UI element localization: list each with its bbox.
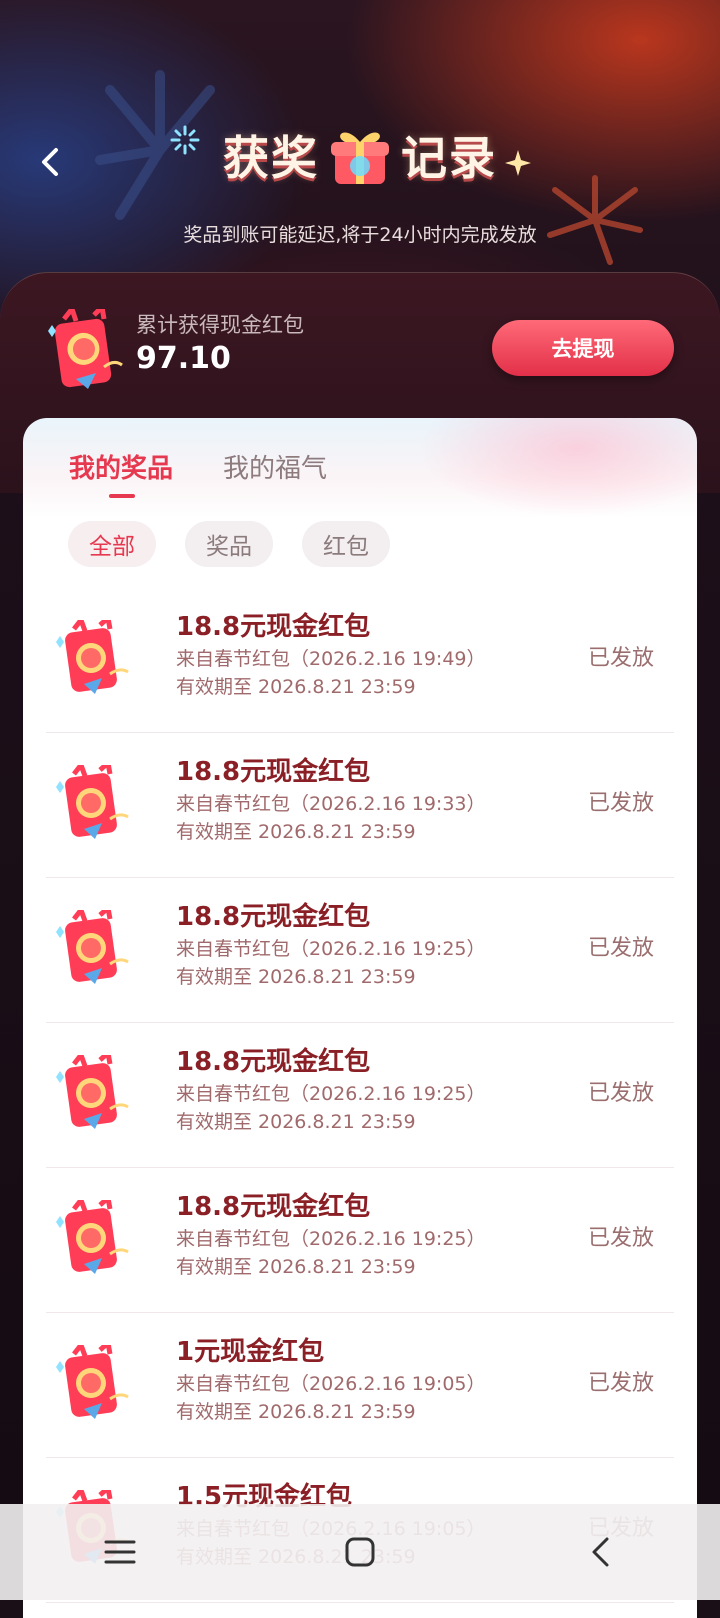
record-expiry: 有效期至 2026.8.21 23:59: [176, 1401, 416, 1423]
record-source: 来自春节红包（2026.2.16 19:25）: [176, 1228, 486, 1250]
nav-back-icon: [592, 1537, 609, 1567]
system-nav-bar: [0, 1504, 720, 1600]
record-expiry: 有效期至 2026.8.21 23:59: [176, 821, 416, 843]
filter-red-envelopes[interactable]: 红包: [302, 521, 390, 567]
tab-my-blessings[interactable]: 我的福气: [223, 448, 327, 485]
filter-all[interactable]: 全部: [68, 521, 156, 567]
record-expiry: 有效期至 2026.8.21 23:59: [176, 1111, 416, 1133]
record-source: 来自春节红包（2026.2.16 19:25）: [176, 938, 486, 960]
record-expiry: 有效期至 2026.8.21 23:59: [176, 966, 416, 988]
record-status: 已发放: [587, 791, 654, 816]
record-source: 来自春节红包（2026.2.16 19:05）: [176, 1373, 486, 1395]
title-left-text: 获奖: [223, 131, 319, 185]
nav-back-button[interactable]: [560, 1522, 640, 1582]
record-source: 来自春节红包（2026.2.16 19:33）: [176, 793, 486, 815]
record-status: 已发放: [587, 936, 654, 961]
record-list: 18.8元现金红包 来自春节红包（2026.2.16 19:49） 有效期至 202…: [23, 588, 697, 1603]
nav-menu-button[interactable]: [80, 1522, 160, 1582]
record-item[interactable]: 18.8元现金红包来自春节红包（2026.2.16 19:49） 有效期至 202…: [46, 588, 674, 733]
withdraw-button[interactable]: 去提现: [492, 320, 674, 376]
red-envelope-icon: [56, 1055, 129, 1129]
rewards-card: 我的奖品 我的福气 全部 奖品 红包 18.8元现金红包来自春节红包（2026.…: [23, 418, 697, 1618]
page-subtitle: 奖品到账可能延迟,将于24小时内完成发放: [183, 224, 537, 246]
record-source: 来自春节红包（2026.2.16 19:49）: [176, 648, 486, 670]
title-right-text: 记录: [401, 131, 497, 185]
record-name: 18.8元现金红包: [176, 1047, 371, 1077]
record-name: 18.8元现金红包: [176, 1192, 371, 1222]
record-status: 已发放: [587, 646, 654, 671]
record-status: 已发放: [587, 1371, 654, 1396]
record-name: 1元现金红包: [176, 1337, 325, 1367]
home-icon: [345, 1537, 375, 1567]
record-item[interactable]: 18.8元现金红包来自春节红包（2026.2.16 19:25） 有效期至 202…: [46, 878, 674, 1023]
record-expiry: 有效期至 2026.8.21 23:59: [176, 1256, 416, 1278]
red-envelope-icon: [56, 765, 129, 839]
gift-box-icon: [331, 132, 389, 184]
record-source: 来自春节红包（2026.2.16 19:25）: [176, 1083, 486, 1105]
red-envelope-icon: [56, 1200, 129, 1274]
record-name: 18.8元现金红包: [176, 757, 371, 787]
red-envelope-icon: [56, 620, 129, 694]
record-status: 已发放: [587, 1081, 654, 1106]
record-expiry: 有效期至 2026.8.21 23:59: [176, 676, 416, 698]
total-cash-amount: 97.10: [136, 341, 231, 376]
page-title: 获奖 记录: [0, 120, 720, 190]
record-name: 18.8元现金红包: [176, 902, 371, 932]
record-item[interactable]: 1元现金红包来自春节红包（2026.2.16 19:05） 有效期至 2026.8…: [46, 1313, 674, 1458]
red-envelope-icon: [48, 309, 123, 389]
record-item[interactable]: 18.8元现金红包来自春节红包（2026.2.16 19:25） 有效期至 202…: [46, 1168, 674, 1313]
nav-home-button[interactable]: [320, 1522, 400, 1582]
red-envelope-icon: [56, 1345, 129, 1419]
record-item[interactable]: 18.8元现金红包来自春节红包（2026.2.16 19:25） 有效期至 202…: [46, 1023, 674, 1168]
active-tab-indicator: [109, 494, 135, 498]
record-name: 18.8元现金红包: [176, 612, 371, 642]
red-envelope-icon: [56, 910, 129, 984]
tab-my-prizes[interactable]: 我的奖品: [69, 448, 173, 485]
menu-icon: [104, 1540, 136, 1564]
record-status: 已发放: [587, 1226, 654, 1251]
record-item[interactable]: 18.8元现金红包来自春节红包（2026.2.16 19:33） 有效期至 202…: [46, 733, 674, 878]
total-cash-label: 累计获得现金红包: [136, 313, 304, 337]
filter-prizes[interactable]: 奖品: [185, 521, 273, 567]
